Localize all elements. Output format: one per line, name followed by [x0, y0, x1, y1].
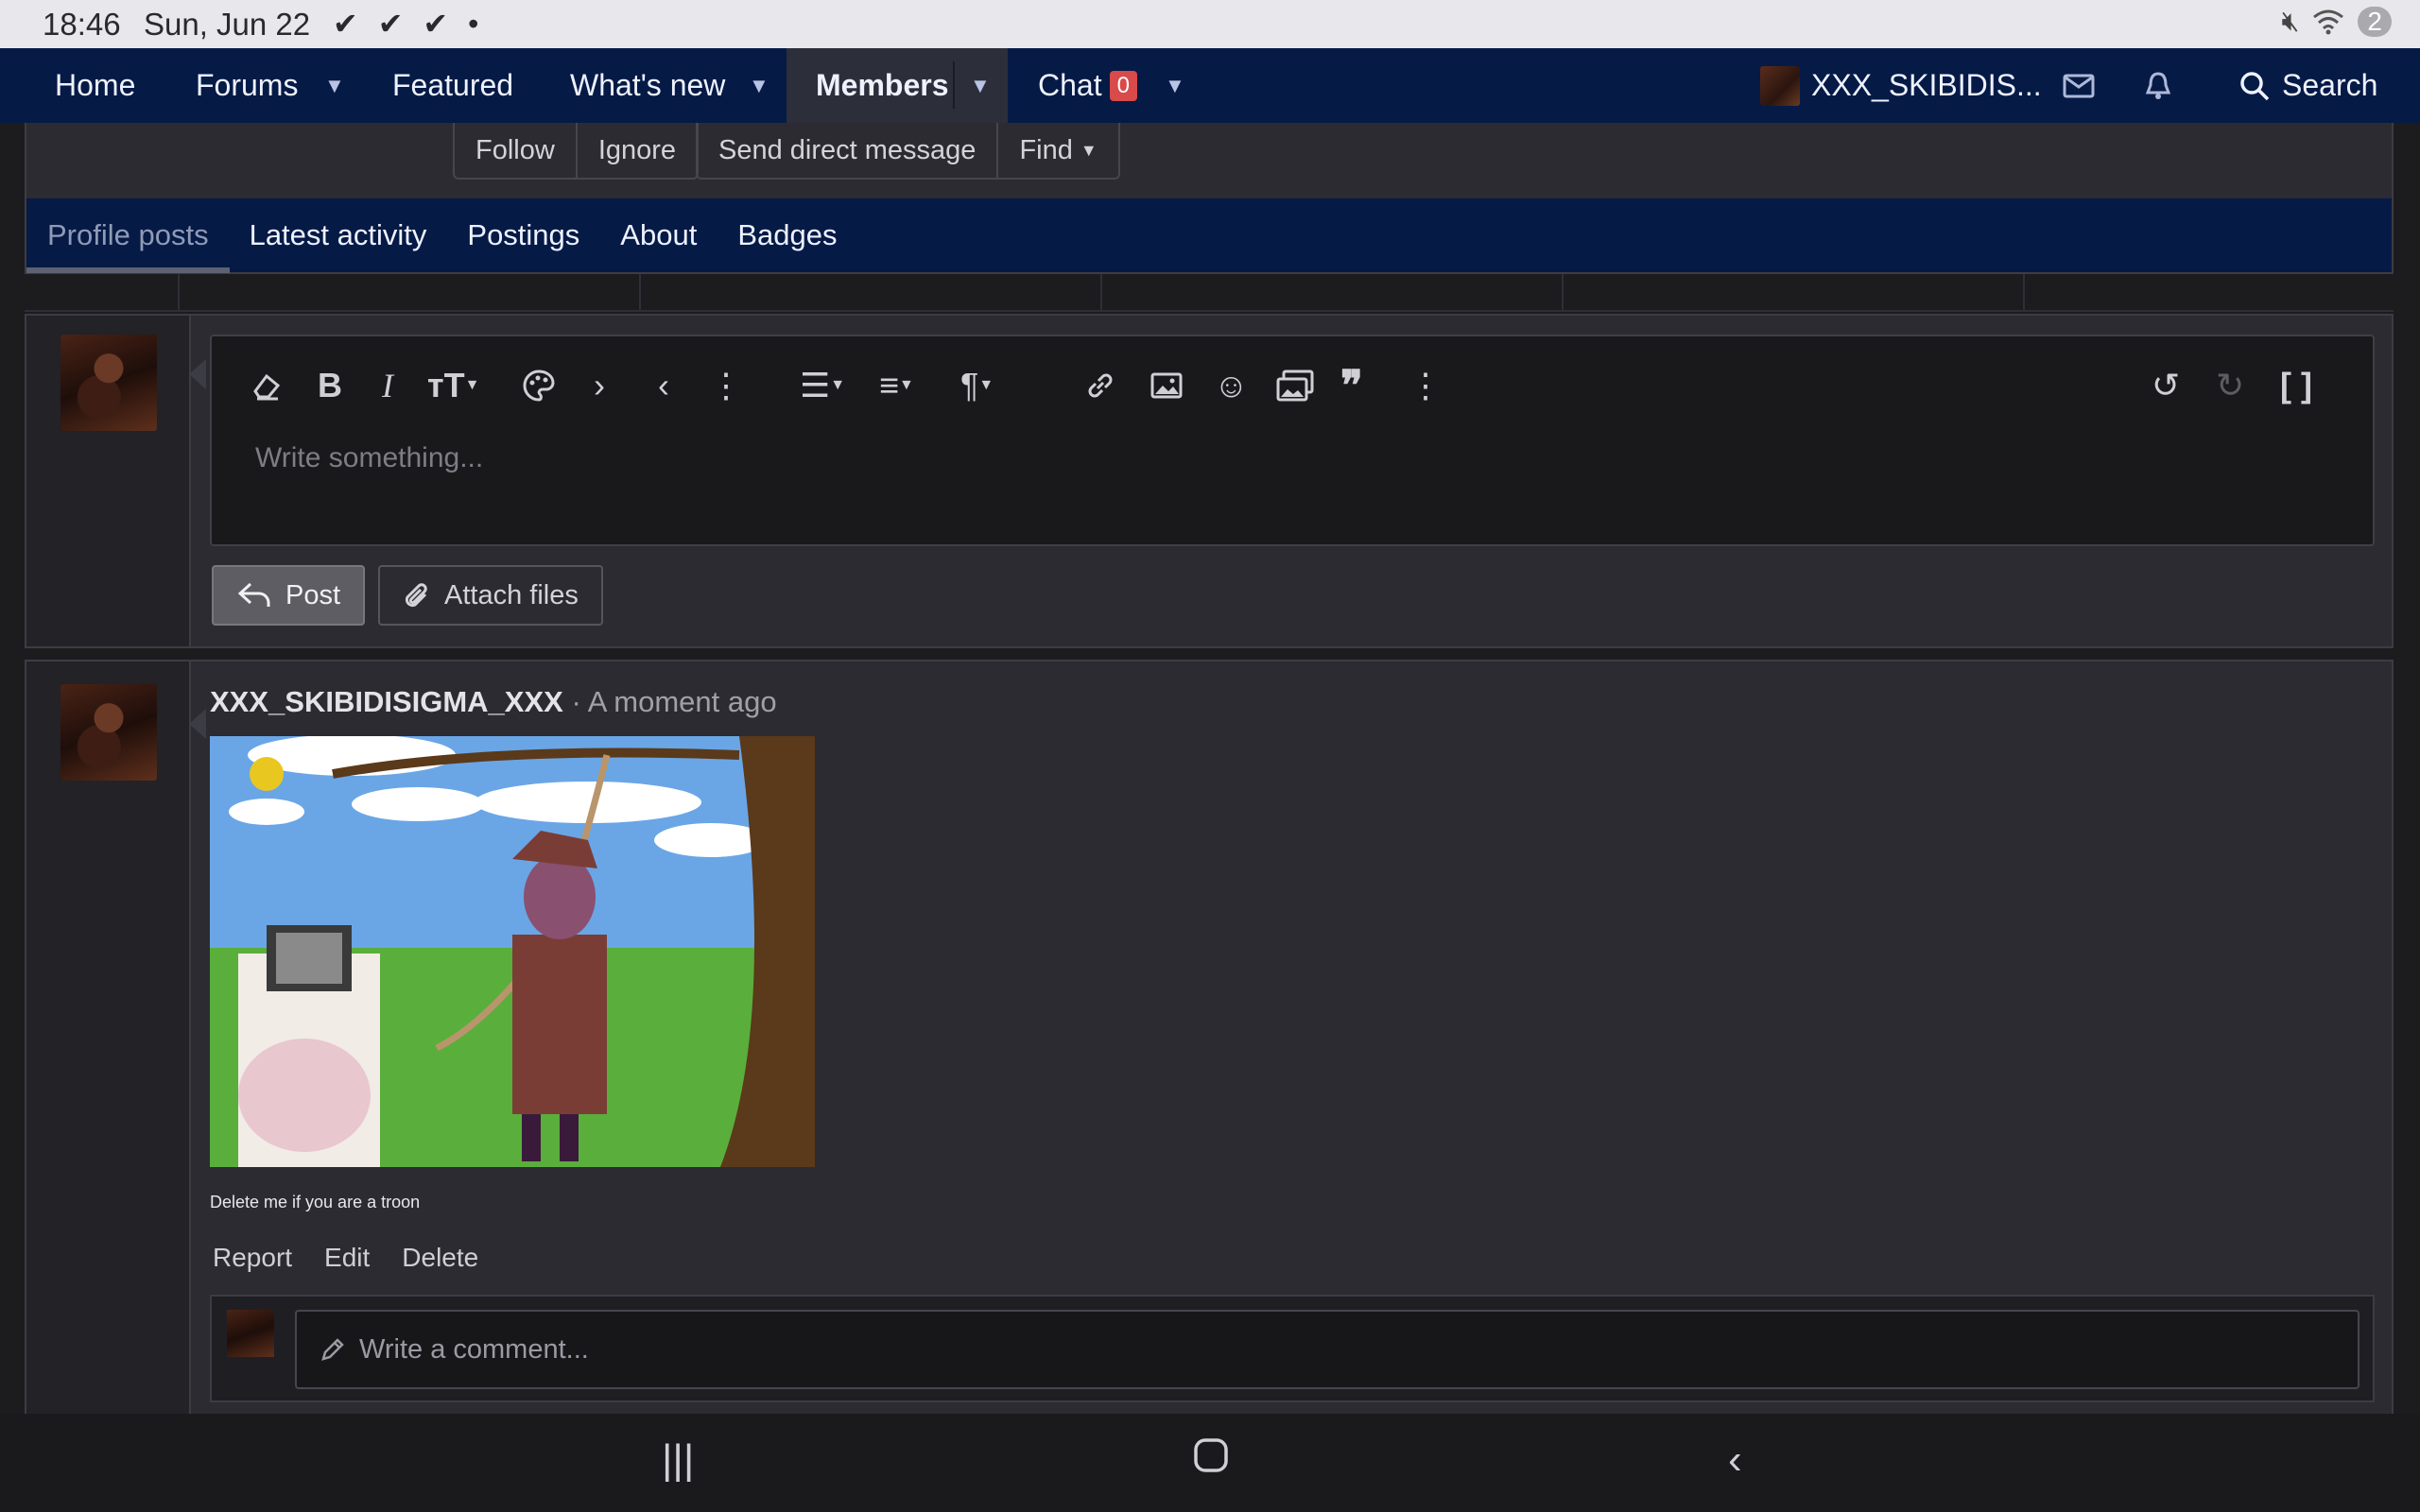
text-size-icon[interactable]: тT ▼: [427, 365, 479, 406]
post-author-link[interactable]: XXX_SKIBIDISIGMA_XXX: [210, 685, 563, 718]
post-time[interactable]: A moment ago: [588, 685, 777, 718]
palette-icon[interactable]: [522, 365, 556, 406]
dm-find-group: Send direct message Find ▼: [696, 123, 1120, 180]
profile-tabs: Profile posts Latest activity Postings A…: [25, 198, 2394, 274]
forums-caret-icon[interactable]: ▼: [324, 48, 345, 123]
recent-apps-icon[interactable]: |||: [662, 1436, 694, 1484]
speech-arrow: [189, 359, 206, 389]
comment-composer: Write a comment...: [210, 1295, 2375, 1402]
post-meta: XXX_SKIBIDISIGMA_XXX · A moment ago: [210, 685, 777, 719]
top-navigation: Home Forums ▼ Featured What's new ▼ Memb…: [0, 48, 2420, 123]
smiley-icon[interactable]: ☺: [1214, 365, 1249, 406]
status-icons: 🔇︎ 2: [2282, 6, 2392, 38]
italic-icon[interactable]: I: [382, 365, 393, 406]
find-label: Find: [1019, 134, 1073, 165]
tab-latest-activity[interactable]: Latest activity: [250, 198, 427, 273]
search-icon: [2240, 71, 2270, 100]
post-caption: Delete me if you are a troon: [210, 1193, 421, 1211]
post-actions: Report Edit Delete: [213, 1243, 478, 1273]
chevron-right-icon[interactable]: ›: [594, 365, 605, 406]
system-navigation-bar: ||| ‹: [0, 1414, 2420, 1512]
nav-chat[interactable]: Chat 0: [1038, 48, 1137, 123]
inbox-icon[interactable]: [2063, 48, 2095, 123]
tab-profile-posts[interactable]: Profile posts: [26, 198, 230, 273]
clock: 18:46: [43, 7, 121, 42]
pencil-icon: [321, 1338, 344, 1361]
reply-icon: [237, 582, 270, 607]
edit-link[interactable]: Edit: [324, 1243, 370, 1273]
nav-forums[interactable]: Forums: [196, 48, 298, 123]
post-separator: ·: [562, 685, 588, 718]
back-icon[interactable]: ‹: [1728, 1436, 1742, 1484]
post-button[interactable]: Post: [212, 565, 366, 626]
nav-account[interactable]: XXX_SKIBIDIS...: [1760, 48, 2042, 123]
comment-avatar: [227, 1310, 274, 1357]
search-button[interactable]: Search: [2238, 48, 2377, 123]
follow-ignore-group: Follow Ignore: [453, 123, 700, 180]
mute-icon: 🔇︎: [2281, 6, 2300, 37]
attach-label: Attach files: [444, 579, 579, 610]
delete-link[interactable]: Delete: [402, 1243, 478, 1273]
whats-new-caret-icon[interactable]: ▼: [749, 48, 769, 123]
nav-home[interactable]: Home: [55, 48, 135, 123]
find-caret-icon: ▼: [1080, 140, 1098, 160]
ignore-button[interactable]: Ignore: [578, 123, 697, 178]
user-avatar: [1760, 65, 1800, 106]
tab-badges[interactable]: Badges: [737, 198, 837, 273]
comment-placeholder: Write a comment...: [359, 1333, 589, 1365]
chat-caret-icon[interactable]: ▼: [1165, 48, 1185, 123]
speech-arrow: [189, 709, 206, 739]
nav-featured[interactable]: Featured: [392, 48, 513, 123]
chevron-left-icon[interactable]: ‹: [658, 365, 669, 406]
nav-members[interactable]: Members: [816, 48, 949, 123]
nav-whats-new[interactable]: What's new: [570, 48, 725, 123]
divider-grid: [25, 274, 2394, 312]
post-author-avatar[interactable]: [60, 684, 157, 781]
system-status-bar: 18:46 Sun, Jun 22 ✔ ✔ ✔ • 🔇︎ 2: [0, 0, 2420, 48]
bell-icon[interactable]: [2144, 48, 2172, 123]
redo-icon[interactable]: ↻: [2216, 365, 2244, 406]
notification-icons: ✔ ✔ ✔ •: [333, 7, 485, 41]
chat-count-badge: 0: [1109, 70, 1137, 101]
members-caret-icon[interactable]: ▼: [970, 48, 991, 123]
post-user-panel: [26, 662, 191, 1416]
more-vertical-icon[interactable]: ⋮: [709, 365, 743, 406]
align-icon[interactable]: ≡ ▼: [879, 365, 914, 406]
home-icon[interactable]: [1193, 1436, 1229, 1484]
post-attached-image[interactable]: [210, 736, 815, 1167]
send-dm-button[interactable]: Send direct message: [698, 123, 999, 178]
nav-chat-label: Chat: [1038, 68, 1102, 102]
search-label: Search: [2282, 68, 2378, 102]
post-label: Post: [285, 579, 341, 610]
fullscreen-icon[interactable]: [ ]: [2280, 365, 2312, 406]
follow-button[interactable]: Follow: [455, 123, 578, 178]
wifi-icon: [2313, 9, 2344, 35]
date: Sun, Jun 22: [144, 7, 311, 42]
tab-about[interactable]: About: [620, 198, 697, 273]
composer-user-panel: [26, 316, 191, 646]
paragraph-icon[interactable]: ¶ ▼: [960, 365, 994, 406]
paperclip-icon: [405, 583, 427, 608]
rich-text-editor[interactable]: B I тT ▼ › ‹ ⋮ ☰ ▼ ≡ ▼ ¶ ▼ ☺ ❞ ⋮ ↺ ↻ [ ] Wri…: [210, 335, 2375, 546]
list-icon[interactable]: ☰ ▼: [800, 365, 845, 406]
undo-icon[interactable]: ↺: [2152, 365, 2180, 406]
bold-icon[interactable]: B: [318, 365, 342, 406]
tab-postings[interactable]: Postings: [467, 198, 579, 273]
image-icon[interactable]: [1150, 365, 1184, 406]
nav-username: XXX_SKIBIDIS...: [1811, 68, 2042, 102]
attach-files-button[interactable]: Attach files: [378, 565, 603, 626]
more-vertical-icon-2[interactable]: ⋮: [1409, 365, 1443, 406]
find-button[interactable]: Find ▼: [998, 123, 1117, 178]
editor-placeholder: Write something...: [255, 442, 484, 473]
report-link[interactable]: Report: [213, 1243, 292, 1273]
media-gallery-icon[interactable]: [1276, 365, 1314, 406]
quote-icon[interactable]: ❞: [1340, 363, 1363, 409]
comment-input[interactable]: Write a comment...: [295, 1310, 2360, 1389]
eraser-icon[interactable]: [250, 365, 284, 406]
composer-avatar: [60, 335, 157, 431]
link-icon[interactable]: [1083, 365, 1117, 406]
battery-badge: 2: [2358, 7, 2392, 37]
